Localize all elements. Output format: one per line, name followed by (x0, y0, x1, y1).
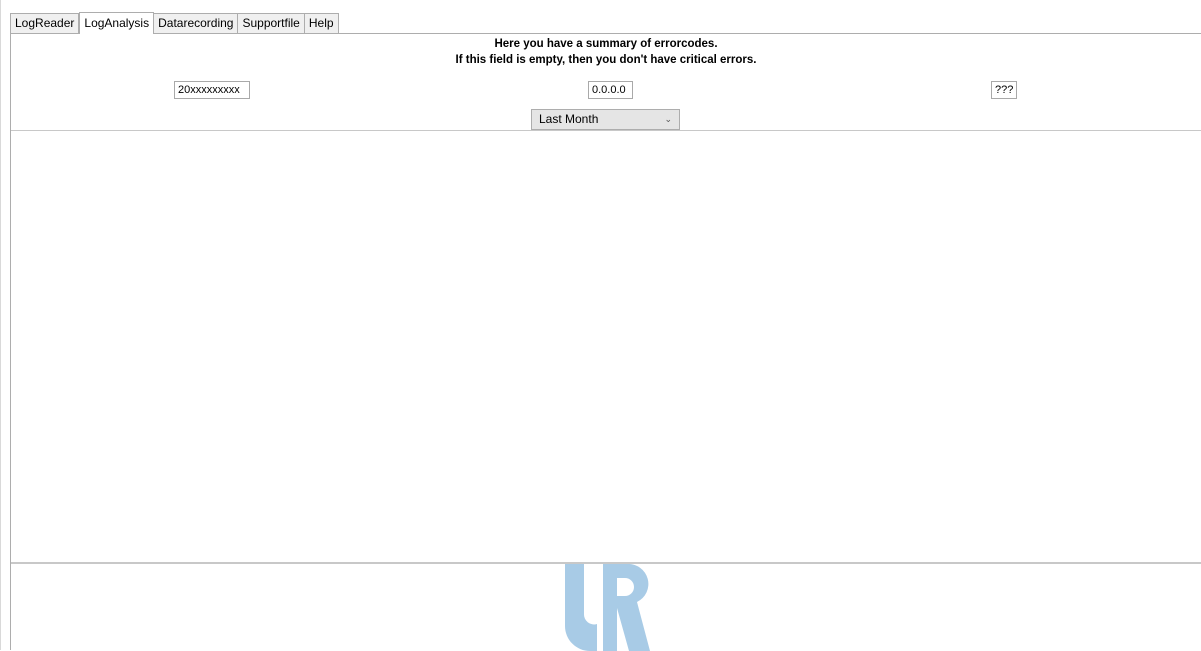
tab-datarecording[interactable]: Datarecording (154, 13, 239, 33)
tab-supportfile[interactable]: Supportfile (238, 13, 305, 33)
error-summary-area[interactable] (11, 130, 1201, 564)
app-window: LogReader LogAnalysis Datarecording Supp… (0, 0, 1201, 651)
period-select-value: Last Month (539, 112, 599, 126)
window-edge (0, 0, 1, 650)
tab-loganalysis[interactable]: LogAnalysis (79, 12, 155, 34)
tab-strip: LogReader LogAnalysis Datarecording Supp… (10, 12, 339, 34)
summary-text: Here you have a summary of errorcodes. I… (11, 36, 1201, 68)
summary-line-1: Here you have a summary of errorcodes. (494, 38, 718, 50)
serial-number-field[interactable]: 20xxxxxxxxx (174, 81, 250, 99)
period-select[interactable]: Last Month ⌄ (531, 109, 680, 130)
summary-line-2: If this field is empty, then you don't h… (455, 54, 757, 66)
version-field[interactable]: ??? (991, 81, 1017, 99)
tab-help[interactable]: Help (304, 13, 339, 33)
ur-logo-icon (565, 564, 650, 651)
tab-logreader[interactable]: LogReader (10, 13, 80, 33)
footer (11, 564, 1201, 651)
loganalysis-panel: Here you have a summary of errorcodes. I… (10, 33, 1201, 651)
ip-address-field[interactable]: 0.0.0.0 (588, 81, 633, 99)
chevron-down-icon: ⌄ (664, 114, 672, 124)
